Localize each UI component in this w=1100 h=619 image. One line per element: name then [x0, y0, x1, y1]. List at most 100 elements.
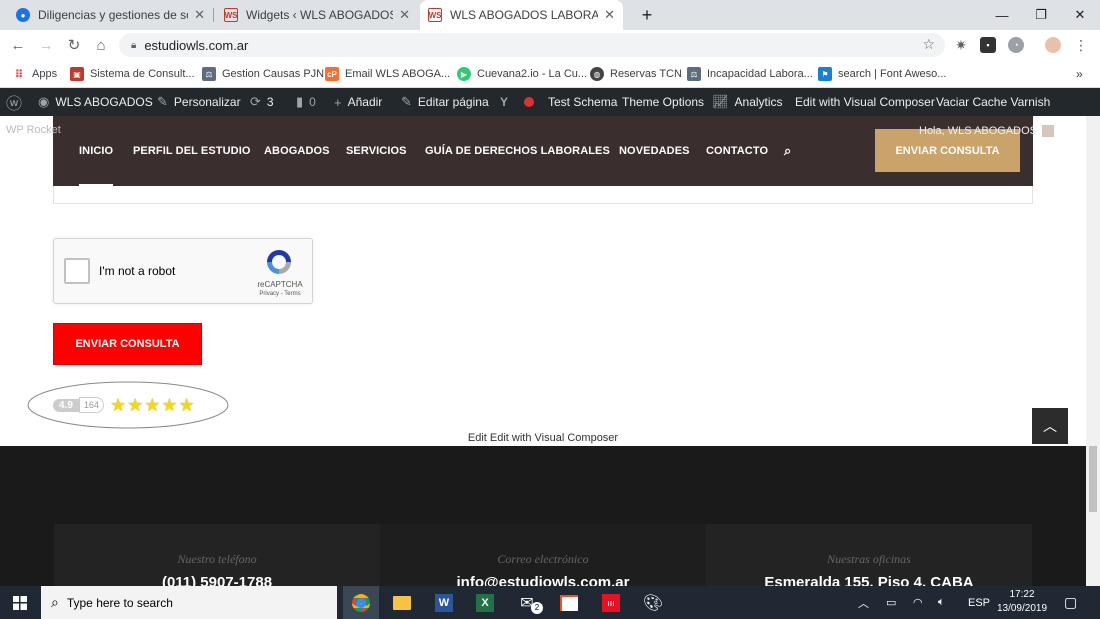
bookmark-item[interactable]: ⚖ Incapacidad Labora... [687, 66, 813, 82]
bookmark-item[interactable]: ▶ Cuevana2.io - La Cu... [457, 66, 587, 82]
nav-item-guia[interactable]: GUÍA DE DERECHOS LABORALES [425, 116, 610, 186]
mail-icon[interactable]: ✉ 2 [509, 586, 545, 619]
minimize-icon[interactable]: — [985, 0, 1019, 30]
bookmark-item[interactable]: cP Email WLS ABOGA... [325, 66, 450, 82]
browser-toolbar: ← → ↻ ⌂ 🔒︎ estudiowls.com.ar ☆ [0, 30, 1100, 60]
back-arrow-icon[interactable]: ← [6, 30, 30, 60]
admin-customize[interactable]: ✎ Personalizar [157, 88, 241, 116]
nav-item-abogados[interactable]: ABOGADOS [264, 116, 330, 186]
tab-title: Widgets ‹ WLS ABOGADOS — W [246, 8, 394, 22]
browser-tab-strip: ● Diligencias y gestiones de socied ✕ WS… [0, 0, 1100, 30]
wifi-icon[interactable]: ◠ [913, 586, 923, 619]
admin-new[interactable]: + Añadir [334, 88, 382, 116]
recaptcha-logo-icon [267, 250, 291, 274]
word-icon[interactable]: W [426, 586, 462, 619]
recaptcha-label: I'm not a robot [99, 264, 176, 278]
bookmark-item[interactable]: ⚑ search | Font Aweso... [818, 66, 946, 82]
admin-test-schema[interactable]: Test Schema [548, 88, 617, 116]
close-icon[interactable]: ✕ [399, 7, 410, 23]
extension-flow-icon[interactable]: ▪ [980, 37, 996, 53]
wordpress-logo-icon[interactable]: ⓦ [6, 88, 22, 116]
restore-icon[interactable]: ❐ [1024, 0, 1058, 30]
tab-title: Diligencias y gestiones de socied [38, 8, 188, 22]
bookmark-item[interactable]: ▣ Sistema de Consult... [70, 66, 195, 82]
browser-tab[interactable]: ● Diligencias y gestiones de socied ✕ [8, 0, 213, 30]
nav-item-servicios[interactable]: SERVICIOS [346, 116, 407, 186]
cpanel-icon: cP [325, 67, 339, 81]
profile-avatar[interactable] [1045, 37, 1061, 53]
window-close-icon[interactable]: ✕ [1063, 0, 1097, 30]
admin-theme-options[interactable]: Theme Options [622, 88, 704, 116]
recaptcha-terms-link[interactable]: Privacy - Terms [250, 291, 310, 297]
menu-dots-icon[interactable]: ⋮ [1073, 37, 1089, 53]
language-indicator[interactable]: ESP [968, 586, 990, 619]
admin-comments[interactable]: ▮ 0 [296, 88, 316, 116]
rating-stars-icon: ★★★★★ [109, 394, 196, 415]
star-icon[interactable]: ☆ [922, 36, 935, 53]
forward-arrow-icon[interactable]: → [34, 30, 58, 60]
bookmark-icon: ▣ [70, 67, 84, 81]
footer-address: Nuestras oficinas Esmeralda 155, Piso 4,… [706, 524, 1032, 586]
volume-icon[interactable]: 🔈︎ [938, 586, 945, 619]
chrome-icon[interactable] [343, 586, 379, 619]
tray-chevron-icon[interactable]: ︿ [858, 586, 869, 619]
wp-rocket-label[interactable]: WP Rocket [6, 124, 61, 136]
excel-icon[interactable]: X [467, 586, 503, 619]
address-bar[interactable]: 🔒︎ estudiowls.com.ar ☆ [119, 33, 945, 57]
admin-greeting[interactable]: Hola, WLS ABOGADOS [919, 124, 1055, 138]
close-icon[interactable]: ✕ [604, 7, 615, 23]
scrollbar-thumb[interactable] [1089, 446, 1097, 512]
admin-edit-visual-composer[interactable]: Edit with Visual Composer [795, 88, 935, 116]
bookmark-item[interactable]: ⚖ Gestion Causas PJN [202, 66, 324, 82]
chevron-up-icon: ︿ [1043, 418, 1057, 434]
search-icon[interactable]: ⌕ [784, 116, 791, 186]
wls-favicon-icon: WS [428, 8, 442, 22]
yoast-icon[interactable]: Y [500, 88, 508, 116]
battery-icon[interactable]: ▭ [886, 586, 896, 619]
extension-gear-icon[interactable]: ✷ [953, 37, 969, 53]
page-scrollbar[interactable] [1086, 116, 1100, 586]
browser-tab[interactable]: WS Widgets ‹ WLS ABOGADOS — W ✕ [216, 0, 418, 30]
extension-circle-icon[interactable]: ◔ [1008, 37, 1024, 53]
taskbar-search-input[interactable]: ⌕ Type here to search [41, 586, 337, 619]
admin-updates[interactable]: ⟳ 3 [250, 88, 274, 116]
taskbar-clock[interactable]: 17:22 13/09/2019 [996, 588, 1048, 616]
globe-icon: ◍ [590, 67, 604, 81]
admin-site-name[interactable]: ◉ WLS ABOGADOS [38, 88, 153, 116]
admin-edit-page[interactable]: ✎ Editar página [401, 88, 489, 116]
reload-icon[interactable]: ↻ [62, 30, 86, 60]
scroll-to-top-button[interactable]: ︿ [1032, 408, 1068, 444]
chart-icon: 📈︎ [712, 94, 729, 109]
close-icon[interactable]: ✕ [194, 7, 205, 23]
nav-item-inicio[interactable]: INICIO [79, 116, 113, 186]
new-tab-button[interactable]: + [630, 0, 664, 30]
paint-icon[interactable]: 🎨︎ [635, 586, 671, 619]
url-text: estudiowls.com.ar [144, 37, 249, 53]
search-icon: ⌕ [51, 594, 59, 610]
submit-consulta-button[interactable]: ENVIAR CONSULTA [53, 323, 202, 365]
browser-tab-active[interactable]: WS WLS ABOGADOS LABORALES - R ✕ [420, 0, 623, 30]
wls-favicon-icon: WS [224, 8, 238, 22]
home-icon[interactable]: ⌂ [89, 30, 113, 60]
admin-clear-varnish[interactable]: Vaciar Cache Varnish [936, 88, 1050, 116]
nav-item-perfil[interactable]: PERFIL DEL ESTUDIO [133, 116, 251, 186]
store-icon[interactable] [551, 586, 587, 619]
rating-widget[interactable]: 4.9 164 ★★★★★ [53, 394, 196, 415]
mail-badge: 2 [531, 602, 543, 614]
message-textarea[interactable] [53, 186, 1033, 204]
bookmark-label: Cuevana2.io - La Cu... [477, 68, 588, 80]
tab-separator [213, 8, 214, 22]
recaptcha-checkbox[interactable] [64, 258, 90, 284]
nav-item-novedades[interactable]: NOVEDADES [619, 116, 690, 186]
bookmarks-overflow-button[interactable]: » [1076, 66, 1083, 82]
nav-item-contacto[interactable]: CONTACTO [706, 116, 768, 186]
admin-analytics[interactable]: 📈︎ Analytics [712, 88, 783, 116]
app-red-icon[interactable]: ııı [593, 586, 629, 619]
notifications-icon[interactable]: ▢ [1064, 586, 1077, 619]
windows-start-icon[interactable] [0, 586, 40, 619]
bookmark-apps[interactable]: ⠿ Apps [12, 66, 57, 82]
vc-edit-link[interactable]: Edit Edit with Visual Composer [0, 432, 1086, 444]
file-explorer-icon[interactable] [384, 586, 420, 619]
bookmark-item[interactable]: ◍ Reservas TCN [590, 66, 682, 82]
bookmark-label: Incapacidad Labora... [707, 68, 813, 80]
